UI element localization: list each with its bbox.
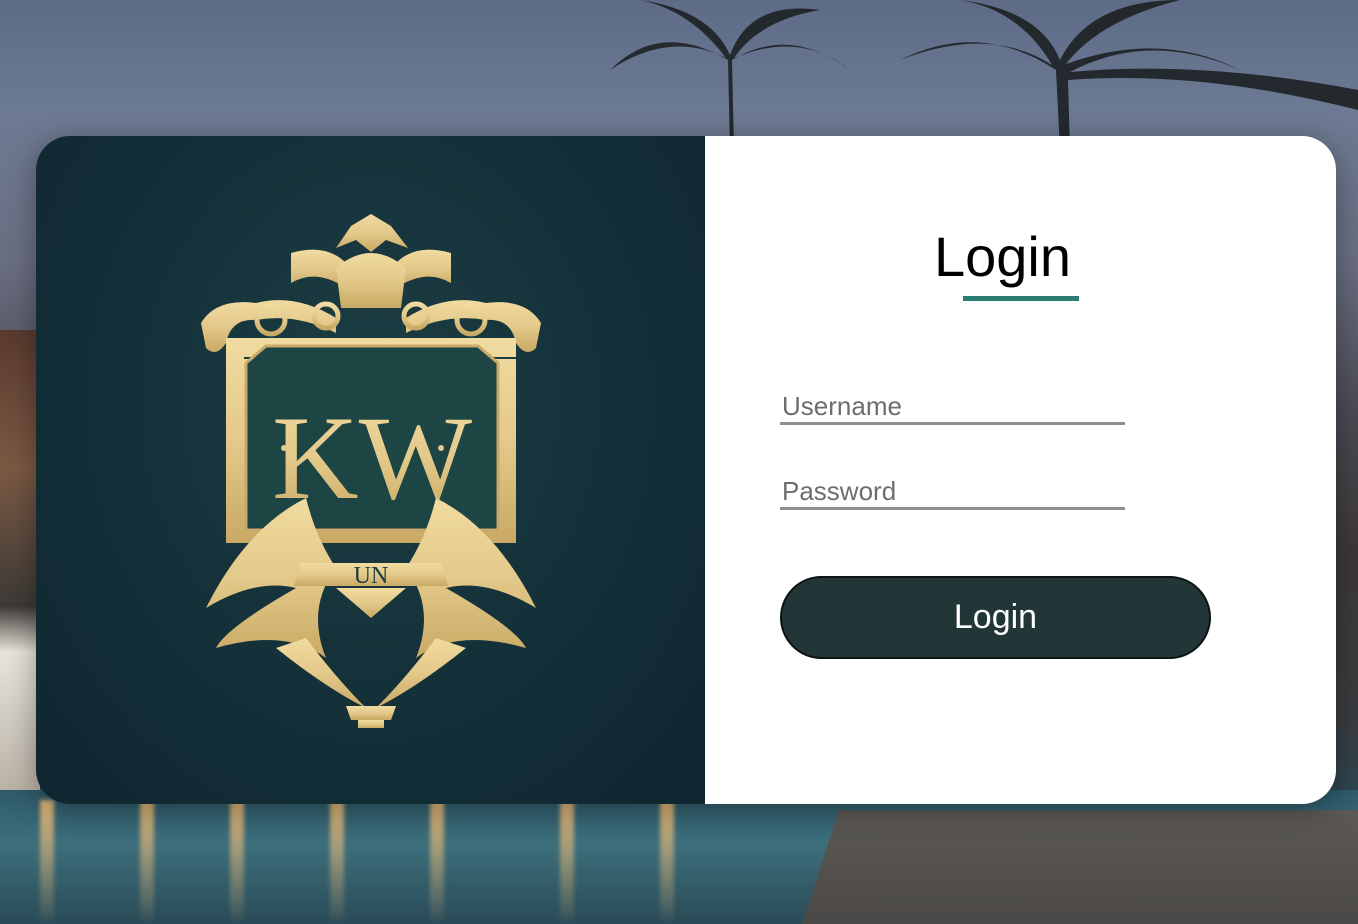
password-input[interactable] <box>780 476 1125 510</box>
crest-logo: KW UN <box>201 214 541 728</box>
pool-reflection <box>330 800 344 920</box>
pool-reflection <box>430 800 444 920</box>
login-card: KW UN Login Login <box>36 136 1336 804</box>
palm-tree-right <box>900 0 1358 150</box>
login-button[interactable]: Login <box>780 576 1211 659</box>
login-form-panel: Login Login <box>705 136 1336 804</box>
palm-tree-left <box>610 0 850 150</box>
pool-reflection <box>560 800 574 920</box>
login-title: Login <box>933 225 1072 288</box>
background-deck <box>800 810 1358 924</box>
title-underline <box>963 296 1079 301</box>
pool-reflection <box>140 800 154 920</box>
pool-reflection <box>40 800 54 920</box>
username-input[interactable] <box>780 391 1125 425</box>
logo-panel: KW UN <box>36 136 705 804</box>
crest-ribbon-text: UN <box>354 563 389 589</box>
background-building <box>0 330 40 790</box>
pool-reflection <box>660 800 674 920</box>
pool-reflection <box>230 800 244 920</box>
